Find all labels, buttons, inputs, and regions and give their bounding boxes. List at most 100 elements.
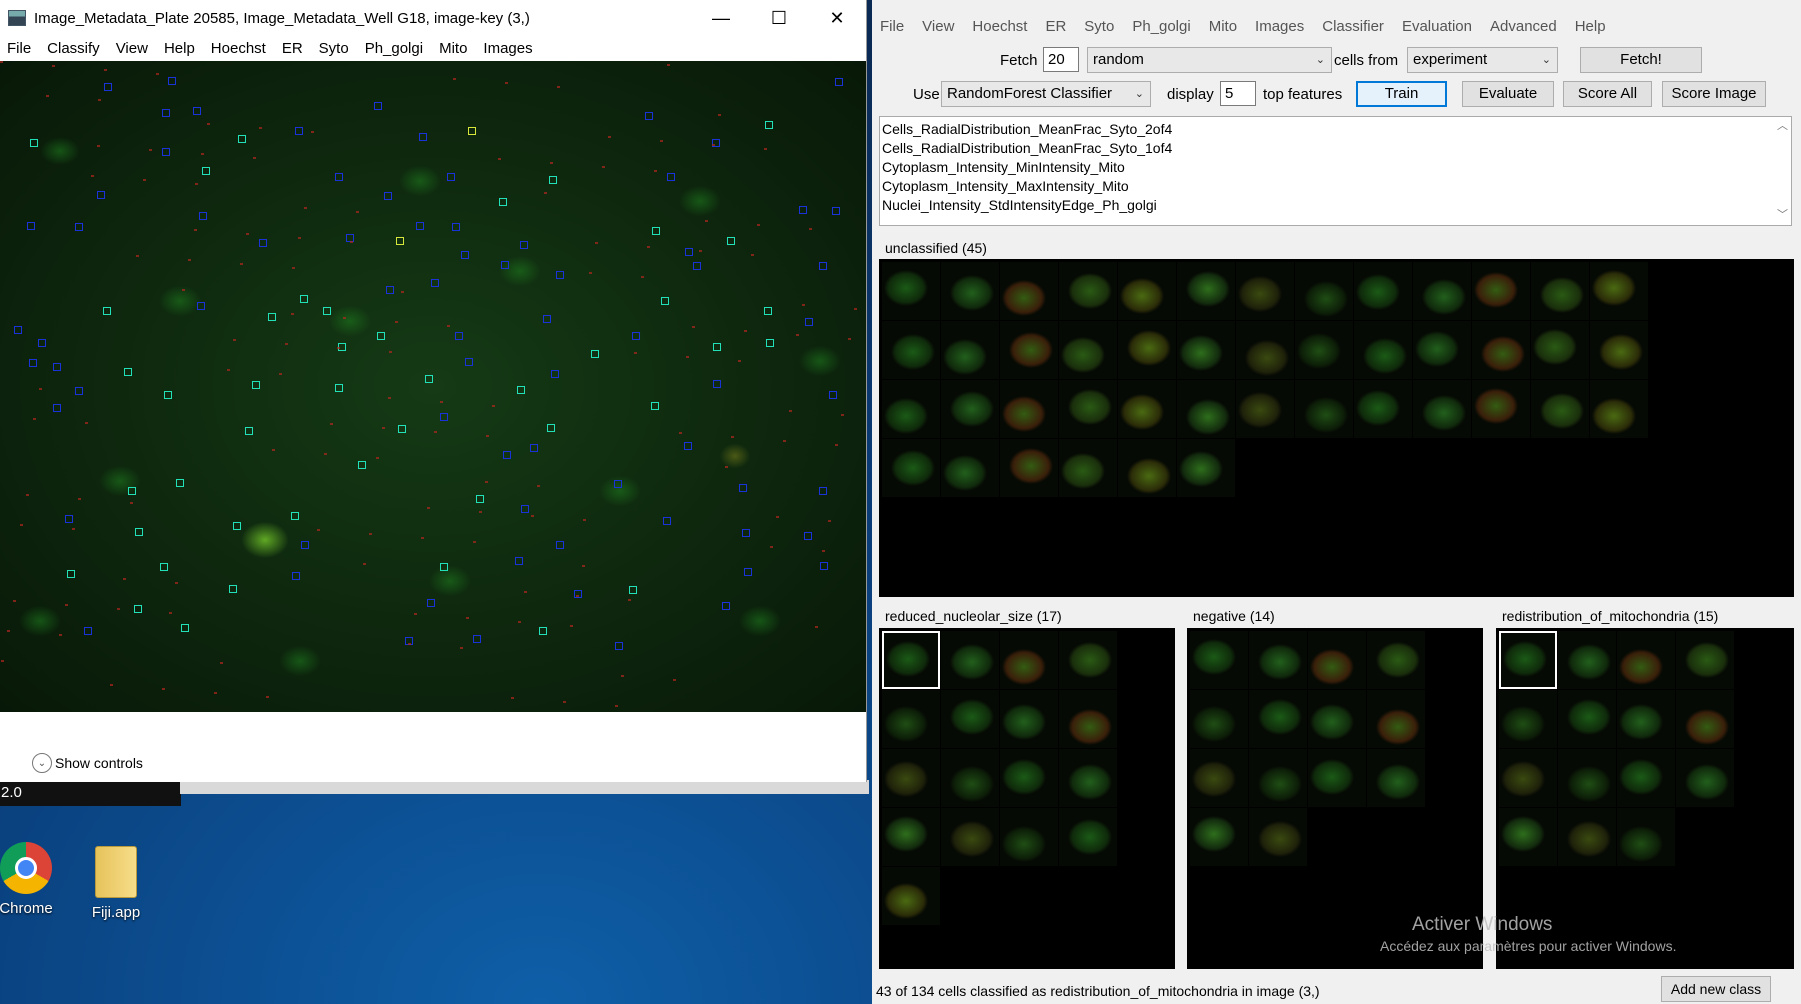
cell-thumbnail[interactable] [1590, 380, 1648, 438]
cell-marker[interactable] [398, 425, 406, 433]
cell-thumbnail[interactable] [1472, 380, 1530, 438]
cell-marker[interactable] [651, 402, 659, 410]
cell-marker[interactable] [238, 135, 246, 143]
menu-hoechst[interactable]: Hoechst [204, 40, 275, 57]
cell-marker[interactable] [722, 602, 730, 610]
cell-marker[interactable] [202, 167, 210, 175]
cell-marker[interactable] [661, 297, 669, 305]
cell-thumbnail[interactable] [1249, 749, 1307, 807]
add-new-class-button[interactable]: Add new class [1661, 976, 1771, 1002]
cell-thumbnail[interactable] [1177, 439, 1235, 497]
cell-marker[interactable] [300, 295, 308, 303]
cell-thumbnail[interactable] [1367, 631, 1425, 689]
cell-marker[interactable] [38, 339, 46, 347]
image-window-titlebar[interactable]: Image_Metadata_Plate 20585, Image_Metada… [0, 0, 866, 36]
cell-marker[interactable] [468, 127, 476, 135]
cell-thumbnail[interactable] [1190, 749, 1248, 807]
cell-thumbnail[interactable] [1676, 631, 1734, 689]
cell-marker[interactable] [663, 517, 671, 525]
score-all-button[interactable]: Score All [1563, 81, 1652, 107]
cell-marker[interactable] [820, 562, 828, 570]
cell-marker[interactable] [416, 222, 424, 230]
cell-marker[interactable] [75, 387, 83, 395]
cell-thumbnail[interactable] [882, 631, 940, 689]
cell-marker[interactable] [396, 237, 404, 245]
cell-thumbnail[interactable] [1413, 380, 1471, 438]
cell-marker[interactable] [301, 541, 309, 549]
cell-marker[interactable] [440, 413, 448, 421]
cell-thumbnail[interactable] [941, 808, 999, 866]
cell-thumbnail[interactable] [882, 867, 940, 925]
menu-ph-golgi[interactable]: Ph_golgi [358, 40, 432, 57]
cell-thumbnail[interactable] [1236, 262, 1294, 320]
maximize-button[interactable]: ☐ [750, 0, 808, 36]
cell-thumbnail[interactable] [1354, 380, 1412, 438]
cell-thumbnail[interactable] [1354, 262, 1412, 320]
cell-thumbnail[interactable] [1000, 262, 1058, 320]
cell-thumbnail[interactable] [1308, 690, 1366, 748]
cell-marker[interactable] [517, 386, 525, 394]
cell-marker[interactable] [693, 262, 701, 270]
fetch-count-input[interactable]: 20 [1043, 47, 1079, 72]
cell-marker[interactable] [739, 484, 747, 492]
cell-marker[interactable] [164, 391, 172, 399]
cell-thumbnail[interactable] [1295, 380, 1353, 438]
cell-marker[interactable] [377, 332, 385, 340]
cell-thumbnail[interactable] [882, 262, 940, 320]
cell-thumbnail[interactable] [1236, 380, 1294, 438]
cell-marker[interactable] [65, 515, 73, 523]
cell-thumbnail[interactable] [941, 690, 999, 748]
cell-marker[interactable] [245, 427, 253, 435]
cell-marker[interactable] [652, 227, 660, 235]
menu-images[interactable]: Images [476, 40, 541, 57]
cell-marker[interactable] [291, 512, 299, 520]
display-count-input[interactable]: 5 [1220, 81, 1256, 106]
cell-thumbnail[interactable] [1000, 808, 1058, 866]
cell-marker[interactable] [97, 191, 105, 199]
close-button[interactable]: ✕ [808, 0, 866, 36]
cell-marker[interactable] [742, 529, 750, 537]
cell-marker[interactable] [425, 375, 433, 383]
cell-thumbnail[interactable] [1190, 690, 1248, 748]
cell-marker[interactable] [67, 570, 75, 578]
minimize-button[interactable]: — [692, 0, 750, 36]
cell-marker[interactable] [819, 487, 827, 495]
cell-thumbnail[interactable] [1190, 631, 1248, 689]
cell-marker[interactable] [629, 586, 637, 594]
cell-marker[interactable] [181, 624, 189, 632]
cell-marker[interactable] [323, 307, 331, 315]
cell-marker[interactable] [805, 318, 813, 326]
cell-thumbnail[interactable] [1177, 380, 1235, 438]
cell-thumbnail[interactable] [882, 321, 940, 379]
cell-marker[interactable] [259, 239, 267, 247]
cell-marker[interactable] [128, 487, 136, 495]
cell-marker[interactable] [193, 107, 201, 115]
menu-mito[interactable]: Mito [432, 40, 476, 57]
cell-thumbnail[interactable] [941, 262, 999, 320]
cell-thumbnail[interactable] [1000, 631, 1058, 689]
cell-marker[interactable] [134, 605, 142, 613]
cell-marker[interactable] [501, 261, 509, 269]
cell-marker[interactable] [53, 404, 61, 412]
cell-thumbnail[interactable] [941, 749, 999, 807]
cell-marker[interactable] [539, 627, 547, 635]
cell-thumbnail[interactable] [1000, 439, 1058, 497]
cell-thumbnail[interactable] [1308, 631, 1366, 689]
cell-marker[interactable] [30, 139, 38, 147]
cell-thumbnail[interactable] [1413, 321, 1471, 379]
cell-thumbnail[interactable] [1059, 380, 1117, 438]
cell-marker[interactable] [229, 585, 237, 593]
cell-marker[interactable] [27, 222, 35, 230]
cell-marker[interactable] [551, 370, 559, 378]
cell-marker[interactable] [799, 206, 807, 214]
cell-marker[interactable] [160, 563, 168, 571]
cell-thumbnail[interactable] [1499, 749, 1557, 807]
cell-thumbnail[interactable] [1617, 749, 1675, 807]
cell-marker[interactable] [556, 541, 564, 549]
cell-marker[interactable] [452, 223, 460, 231]
menu-classifier[interactable]: Classifier [1314, 18, 1394, 35]
cell-thumbnail[interactable] [1558, 808, 1616, 866]
menu-er[interactable]: ER [275, 40, 312, 57]
cell-marker[interactable] [233, 522, 241, 530]
cell-marker[interactable] [199, 212, 207, 220]
